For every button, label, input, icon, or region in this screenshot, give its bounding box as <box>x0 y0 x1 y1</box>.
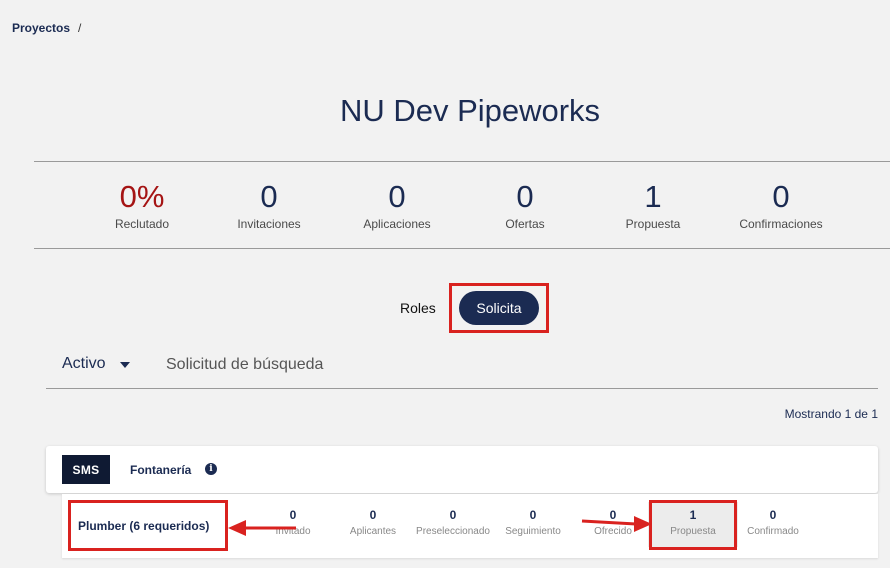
pipeline-label: Aplicantes <box>349 526 397 537</box>
pipeline-value: 0 <box>369 508 377 522</box>
status-dropdown-value: Activo <box>62 355 106 372</box>
pipeline-value: 0 <box>449 508 457 522</box>
stat-value: 0 <box>516 179 534 214</box>
pipeline-label: Propuesta <box>670 526 716 537</box>
pipeline-value: 1 <box>689 508 697 522</box>
role-name[interactable]: Plumber (6 requeridos) <box>78 519 209 533</box>
project-card[interactable]: SMS Fontanería i <box>46 446 878 493</box>
annotation-arrow-right-icon <box>581 516 652 532</box>
stat-confirmaciones: 0 Confirmaciones <box>717 178 845 231</box>
stat-propuesta: 1 Propuesta <box>589 178 717 231</box>
roles-toggle-option[interactable]: Roles <box>400 300 436 316</box>
annotation-arrow-left-icon <box>228 520 296 536</box>
stat-label: Reclutado <box>114 217 170 231</box>
breadcrumb: Proyectos / <box>12 21 81 35</box>
stat-label: Invitaciones <box>237 217 301 231</box>
page-title: NU Dev Pipeworks <box>339 93 601 128</box>
stat-value: 0 <box>772 179 790 214</box>
pipeline-propuesta[interactable]: 1 Propuesta <box>648 502 738 547</box>
sms-logo-badge: SMS <box>62 455 110 484</box>
stats-bottom-divider <box>34 248 890 249</box>
results-count: Mostrando 1 de 1 <box>784 407 878 421</box>
stat-value: 0 <box>388 179 406 214</box>
stat-invitaciones: 0 Invitaciones <box>205 178 333 231</box>
info-icon[interactable]: i <box>205 463 217 475</box>
stat-value: 1 <box>644 179 662 214</box>
pipeline-confirmado: 0 Confirmado <box>728 508 818 537</box>
pipeline-label: Confirmado <box>747 526 799 537</box>
stat-label: Aplicaciones <box>363 217 431 231</box>
stats-top-divider <box>34 161 890 162</box>
pipeline-aplicantes: 0 Aplicantes <box>328 508 418 537</box>
stat-aplicaciones: 0 Aplicaciones <box>333 178 461 231</box>
status-dropdown[interactable]: Activo <box>62 355 130 373</box>
pipeline-label: Preseleccionado <box>416 526 490 537</box>
solicita-toggle-button[interactable]: Solicita <box>459 291 539 325</box>
stat-label: Ofertas <box>505 217 545 231</box>
stat-label: Confirmaciones <box>739 217 823 231</box>
breadcrumb-proyectos-link[interactable]: Proyectos <box>12 21 70 35</box>
stat-label: Propuesta <box>625 217 681 231</box>
pipeline-value: 0 <box>529 508 537 522</box>
stat-reclutado: 0% Reclutado <box>78 178 206 231</box>
breadcrumb-separator: / <box>78 21 82 35</box>
search-input[interactable] <box>166 354 566 376</box>
filter-divider <box>46 388 878 389</box>
card-title: Fontanería <box>130 463 192 477</box>
pipeline-preseleccionado: 0 Preseleccionado <box>408 508 498 537</box>
pipeline-seguimiento: 0 Seguimiento <box>488 508 578 537</box>
pipeline-value: 0 <box>769 508 777 522</box>
stat-value: 0% <box>119 179 165 214</box>
chevron-down-icon <box>119 362 130 368</box>
stat-value: 0 <box>260 179 278 214</box>
stat-ofertas: 0 Ofertas <box>461 178 589 231</box>
pipeline-label: Seguimiento <box>505 526 561 537</box>
